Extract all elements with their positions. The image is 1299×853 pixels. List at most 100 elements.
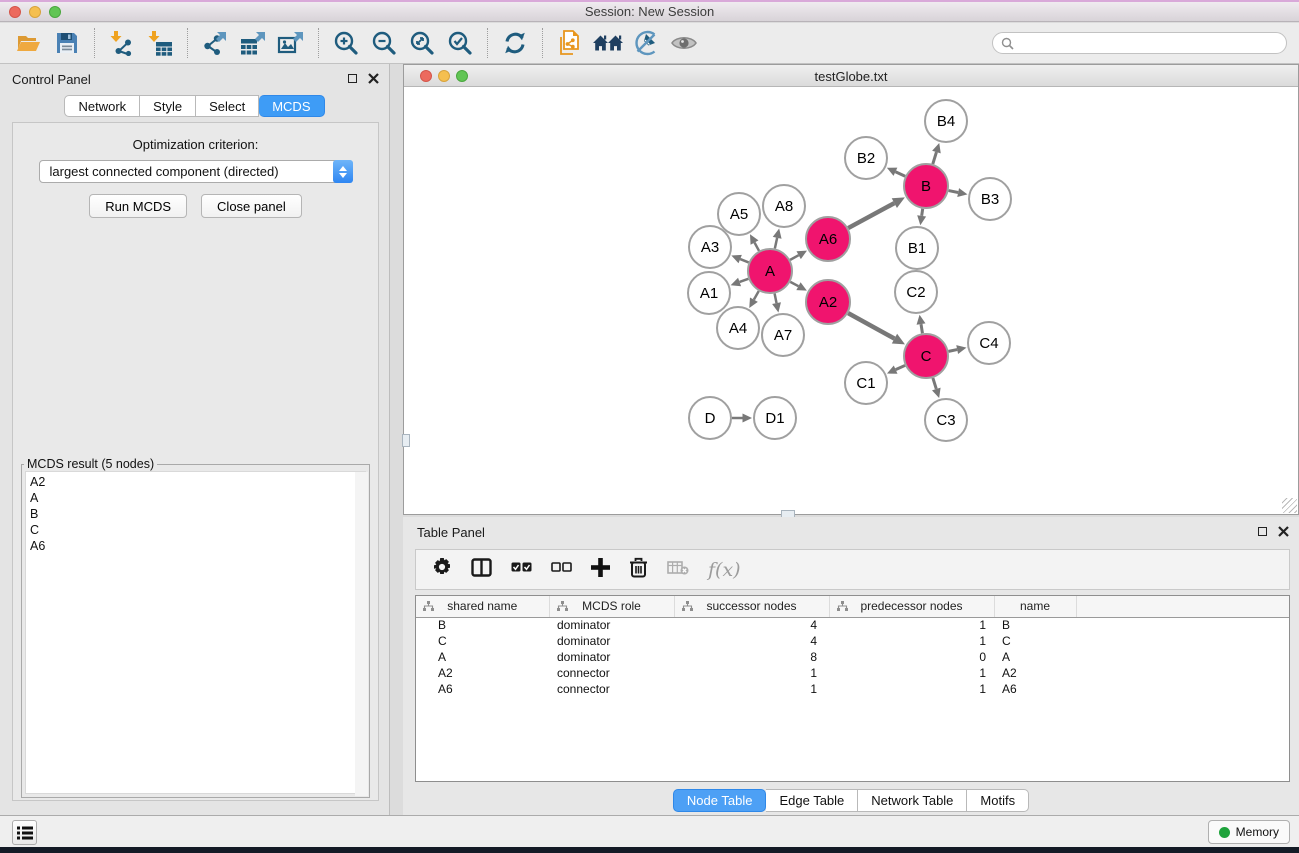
column-header-predecessor-nodes[interactable]: predecessor nodes [829, 596, 994, 617]
graph-edge-C-C3[interactable] [932, 378, 941, 398]
table-row[interactable]: A2connector11A2 [416, 665, 1289, 681]
tab-network-table[interactable]: Network Table [858, 789, 967, 812]
cell-name[interactable]: B [994, 617, 1076, 633]
tab-node-table[interactable]: Node Table [673, 789, 767, 812]
window-resize-grip[interactable] [1282, 498, 1297, 513]
cell-successor-nodes[interactable]: 4 [674, 633, 829, 649]
show-columns-button[interactable] [471, 558, 492, 582]
result-item[interactable]: A6 [30, 538, 365, 554]
graph-node-B3[interactable]: B3 [969, 178, 1011, 220]
graph-edge-A-A2[interactable] [790, 282, 807, 291]
graph-node-A3[interactable]: A3 [689, 226, 731, 268]
cell-predecessor-nodes[interactable]: 1 [829, 633, 994, 649]
cell-name[interactable]: A6 [994, 681, 1076, 697]
tab-select[interactable]: Select [196, 95, 259, 117]
cell-MCDS-role[interactable]: connector [549, 681, 674, 697]
cell-successor-nodes[interactable]: 1 [674, 681, 829, 697]
cell-MCDS-role[interactable]: dominator [549, 633, 674, 649]
graph-node-B2[interactable]: B2 [845, 137, 887, 179]
clone-network-button[interactable] [551, 26, 589, 60]
graph-node-D1[interactable]: D1 [754, 397, 796, 439]
cell-MCDS-role[interactable]: dominator [549, 649, 674, 665]
open-file-button[interactable] [10, 26, 48, 60]
import-table-button[interactable] [141, 26, 179, 60]
home-button[interactable] [589, 26, 627, 60]
graph-node-C3[interactable]: C3 [925, 399, 967, 441]
graph-node-D[interactable]: D [689, 397, 731, 439]
graph-edge-A6-B[interactable] [848, 197, 905, 228]
search-field[interactable] [992, 32, 1287, 54]
graph-node-A[interactable]: A [748, 249, 792, 293]
tab-network[interactable]: Network [64, 95, 140, 117]
float-panel-icon[interactable] [348, 74, 357, 83]
graph-edge-A-A1[interactable] [731, 278, 749, 286]
graph-node-C[interactable]: C [904, 334, 948, 378]
graph-node-A7[interactable]: A7 [762, 314, 804, 356]
graph-edge-B-B3[interactable] [949, 188, 968, 197]
graph-node-B[interactable]: B [904, 164, 948, 208]
graph-edge-A-A8[interactable] [773, 228, 782, 248]
graph-edge-A-A7[interactable] [772, 294, 781, 313]
graph-edge-D-D1[interactable] [732, 414, 752, 423]
column-header-shared-name[interactable]: shared name [416, 596, 549, 617]
result-item[interactable]: A2 [30, 474, 365, 490]
tab-motifs[interactable]: Motifs [967, 789, 1029, 812]
graph-node-C1[interactable]: C1 [845, 362, 887, 404]
criterion-dropdown[interactable]: largest connected component (directed) [39, 160, 353, 183]
graph-edge-A-A5[interactable] [750, 234, 759, 251]
graph-edge-A2-C[interactable] [848, 313, 905, 344]
refresh-button[interactable] [496, 26, 534, 60]
graph-node-A4[interactable]: A4 [717, 307, 759, 349]
zoom-out-button[interactable] [365, 26, 403, 60]
zoom-fit-button[interactable] [403, 26, 441, 60]
cell-name[interactable]: A2 [994, 665, 1076, 681]
column-header-MCDS-role[interactable]: MCDS role [549, 596, 674, 617]
cell-predecessor-nodes[interactable]: 1 [829, 617, 994, 633]
export-network-button[interactable] [196, 26, 234, 60]
float-table-panel-icon[interactable] [1258, 527, 1267, 536]
close-panel-button[interactable]: Close panel [201, 194, 302, 218]
cell-successor-nodes[interactable]: 4 [674, 617, 829, 633]
close-panel-icon[interactable] [368, 73, 379, 84]
cell-predecessor-nodes[interactable]: 1 [829, 665, 994, 681]
cell-name[interactable]: A [994, 649, 1076, 665]
cell-predecessor-nodes[interactable]: 1 [829, 681, 994, 697]
close-table-panel-icon[interactable] [1278, 526, 1289, 537]
tab-style[interactable]: Style [140, 95, 196, 117]
select-all-button[interactable] [511, 560, 532, 579]
network-window-titlebar[interactable]: testGlobe.txt [404, 65, 1298, 87]
table-settings-button[interactable] [432, 557, 452, 582]
run-mcds-button[interactable]: Run MCDS [89, 194, 187, 218]
graph-edge-B-B4[interactable] [932, 143, 941, 164]
graph-node-B1[interactable]: B1 [896, 227, 938, 269]
graph-edge-A-A3[interactable] [731, 255, 748, 263]
import-network-button[interactable] [103, 26, 141, 60]
graph-edge-A-A6[interactable] [790, 251, 807, 260]
zoom-selected-button[interactable] [441, 26, 479, 60]
graph-edge-C-C4[interactable] [949, 345, 967, 354]
tab-mcds[interactable]: MCDS [259, 95, 324, 117]
graph-edge-C-C2[interactable] [917, 315, 926, 334]
save-session-button[interactable] [48, 26, 86, 60]
task-history-button[interactable] [12, 820, 37, 845]
graph-node-C4[interactable]: C4 [968, 322, 1010, 364]
result-item[interactable]: B [30, 506, 365, 522]
graph-node-A5[interactable]: A5 [718, 193, 760, 235]
cell-successor-nodes[interactable]: 1 [674, 665, 829, 681]
cell-shared-name[interactable]: B [416, 617, 549, 633]
add-column-button[interactable] [591, 558, 610, 582]
cell-predecessor-nodes[interactable]: 0 [829, 649, 994, 665]
export-image-button[interactable] [272, 26, 310, 60]
graph-node-A8[interactable]: A8 [763, 185, 805, 227]
graph-node-A1[interactable]: A1 [688, 272, 730, 314]
result-item[interactable]: C [30, 522, 365, 538]
cell-successor-nodes[interactable]: 8 [674, 649, 829, 665]
graph-node-A6[interactable]: A6 [806, 217, 850, 261]
delete-column-button[interactable] [629, 557, 648, 583]
column-header-successor-nodes[interactable]: successor nodes [674, 596, 829, 617]
table-row[interactable]: A6connector11A6 [416, 681, 1289, 697]
left-resize-handle[interactable] [402, 434, 410, 447]
graph-node-B4[interactable]: B4 [925, 100, 967, 142]
result-item[interactable]: A [30, 490, 365, 506]
cell-name[interactable]: C [994, 633, 1076, 649]
